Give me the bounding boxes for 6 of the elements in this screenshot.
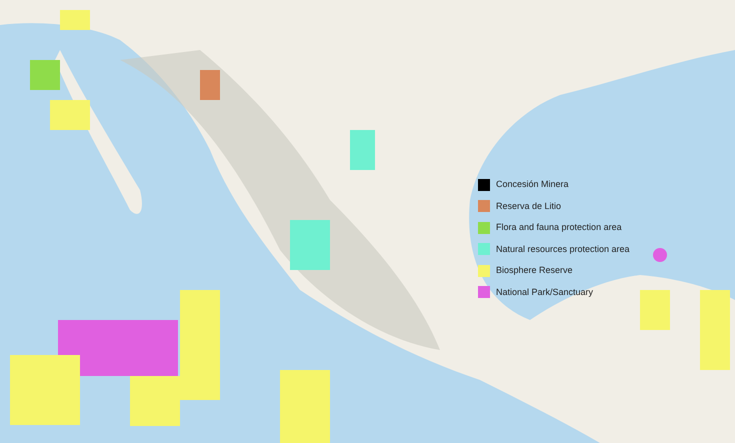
legend-label: Flora and fauna protection area [496,221,622,234]
legend-label: Natural resources protection area [496,242,630,256]
legend-label: Concesión Minera [496,178,569,191]
legend-label: National Park/Sanctuary [496,286,594,299]
legend-label: Reserva de Litio [496,200,562,212]
legend-label: Biosphere Reserve [496,264,573,277]
